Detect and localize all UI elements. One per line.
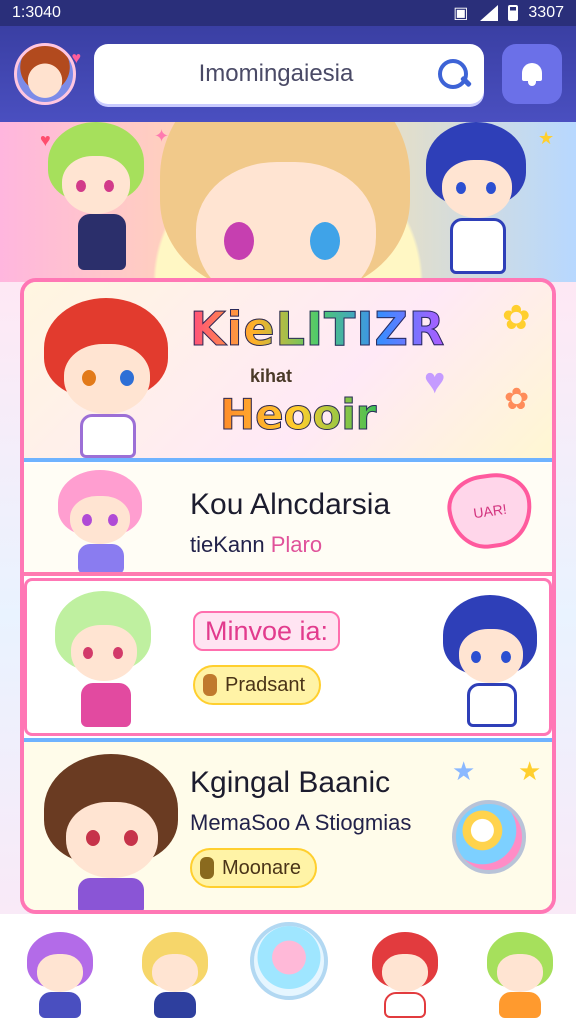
hero-illustration: ✦ ♥ ★ [0, 122, 576, 282]
action-button[interactable]: Moonare [190, 848, 317, 888]
banner-small-text: kihat [250, 366, 293, 386]
action-button[interactable]: Pradsant [193, 665, 322, 705]
status-icons: ▣ 3307 [453, 3, 564, 23]
category-pill[interactable]: Minvoe ia: [193, 611, 341, 651]
nav-chibi-green[interactable] [477, 922, 559, 1018]
bag-icon [200, 857, 214, 879]
bag-icon [203, 674, 217, 696]
list-item-card-3[interactable]: Kgingal Baanic MemaSoo A Stiogmias Moona… [24, 738, 552, 910]
status-time: 1:3040 [12, 4, 61, 21]
bottom-nav [0, 914, 576, 1024]
star-icon: ★ [538, 128, 555, 148]
search-input[interactable]: Imomingaiesia [116, 60, 436, 88]
card-subtitle-a: tieKann [190, 532, 265, 557]
center-action-button[interactable] [250, 922, 328, 1000]
flower-icon: ✿ [502, 299, 531, 337]
heart-badge[interactable]: UAR! [443, 468, 537, 554]
card-subtitle: MemaSoo A Stiogmias [190, 810, 412, 835]
banner-title: KieLITIZR [189, 302, 446, 357]
star-icon: ✦ [154, 126, 170, 146]
action-button-label: Moonare [222, 856, 301, 879]
list-item-card-2[interactable]: Minvoe ia: Pradsant [24, 578, 552, 736]
status-bar: 1:3040 ▣ 3307 [0, 0, 576, 26]
card-subtitle: tieKann Plaro [190, 532, 322, 558]
star-icon: ★ [452, 756, 476, 786]
chibi-navy [441, 595, 541, 731]
battery-icon [508, 5, 519, 21]
card-subtitle-b: Plaro [270, 532, 323, 557]
chibi-green [40, 122, 150, 277]
nav-chibi-blonde[interactable] [132, 922, 214, 1018]
chibi-red [44, 298, 174, 458]
nav-chibi-red[interactable] [362, 922, 444, 1018]
content-panel: KieLITIZR kihat Heooir ✿ ✿ ♥ Kou Alncdar… [20, 278, 556, 914]
action-button-label: Pradsant [225, 673, 306, 696]
banner-subtitle: Heooir [219, 390, 377, 440]
signal-icon [478, 5, 499, 21]
chibi-brown [44, 754, 184, 910]
chibi-pink [54, 470, 154, 572]
heart-badge-text: UAR! [472, 500, 508, 522]
search-bar[interactable]: Imomingaiesia [94, 44, 484, 104]
heart-icon: ♥ [424, 360, 446, 401]
card-title: Kgingal Baanic [190, 766, 391, 799]
notifications-button[interactable] [502, 44, 562, 104]
notification-icon: ▣ [453, 5, 469, 22]
status-right-text: 3307 [528, 4, 564, 21]
chibi-blue [420, 122, 540, 277]
list-item-card-1[interactable]: Kou Alncdarsia tieKann Plaro UAR! [24, 464, 552, 576]
profile-avatar[interactable] [14, 43, 81, 105]
nav-chibi-purple[interactable] [17, 922, 99, 1018]
star-icon: ✿ [504, 383, 530, 416]
star-icon: ★ [518, 756, 542, 786]
orb-icon [452, 800, 526, 874]
card-title: Kou Alncdarsia [190, 488, 391, 521]
chibi-mint [51, 591, 161, 731]
featured-banner-card[interactable]: KieLITIZR kihat Heooir ✿ ✿ ♥ [24, 282, 552, 462]
app-header: Imomingaiesia [0, 26, 576, 122]
chibi-blonde [160, 122, 410, 282]
bell-icon [519, 61, 545, 87]
search-icon[interactable] [436, 57, 470, 91]
heart-icon: ♥ [40, 130, 51, 150]
